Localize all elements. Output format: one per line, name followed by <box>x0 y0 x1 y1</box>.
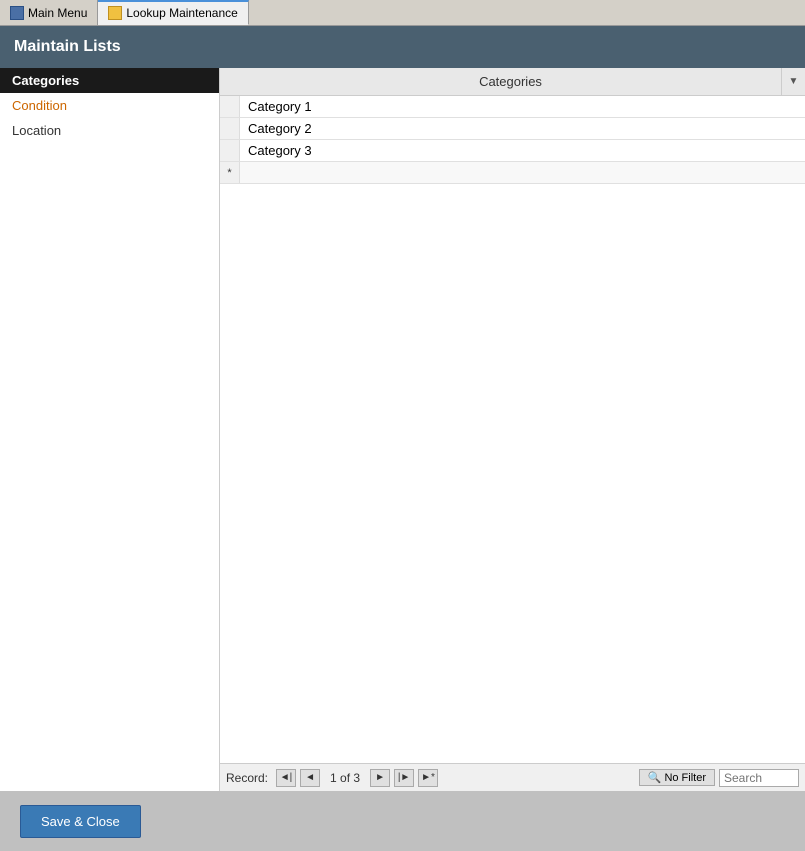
grid-header: Categories ▼ <box>220 68 805 96</box>
main-content: Categories Condition Location Categories… <box>0 68 805 791</box>
main-menu-icon <box>10 6 24 20</box>
sidebar: Categories Condition Location <box>0 68 220 791</box>
table-row[interactable]: Category 2 <box>220 118 805 140</box>
footer-bar: Record: ◄| ◄ 1 of 3 ► |► ►* 🔍 No Filter <box>220 763 805 791</box>
no-filter-button[interactable]: 🔍 No Filter <box>639 769 715 786</box>
page-title: Maintain Lists <box>14 38 121 56</box>
cell-category-3[interactable]: Category 3 <box>240 140 805 161</box>
right-panel: Categories ▼ Category 1 Category 2 Cat <box>220 68 805 791</box>
cell-category-2[interactable]: Category 2 <box>240 118 805 139</box>
table-row[interactable]: Category 3 <box>220 140 805 162</box>
row-marker-2 <box>220 118 240 139</box>
search-input[interactable] <box>719 769 799 787</box>
sidebar-item-location[interactable]: Location <box>0 118 219 143</box>
tab-lookup-maintenance[interactable]: Lookup Maintenance <box>98 0 248 25</box>
column-dropdown-button[interactable]: ▼ <box>781 68 805 95</box>
cell-category-1[interactable]: Category 1 <box>240 96 805 117</box>
sidebar-item-categories[interactable]: Categories <box>0 68 219 93</box>
tab-main-menu[interactable]: Main Menu <box>0 0 98 25</box>
nav-prev-button[interactable]: ◄ <box>300 769 320 787</box>
new-row-marker: * <box>220 162 240 183</box>
new-record-cell[interactable] <box>240 162 805 183</box>
bottom-area: Save & Close <box>0 791 805 851</box>
lookup-maintenance-icon <box>108 6 122 20</box>
save-close-button[interactable]: Save & Close <box>20 805 141 838</box>
tab-main-menu-label: Main Menu <box>28 6 87 20</box>
tab-lookup-maintenance-label: Lookup Maintenance <box>126 6 237 20</box>
nav-last-button[interactable]: |► <box>394 769 414 787</box>
funnel-icon: 🔍 <box>648 771 662 784</box>
tab-bar: Main Menu Lookup Maintenance <box>0 0 805 26</box>
new-record-row[interactable]: * <box>220 162 805 184</box>
nav-new-button[interactable]: ►* <box>418 769 438 787</box>
grid-body: Category 1 Category 2 Category 3 * <box>220 96 805 763</box>
nav-next-button[interactable]: ► <box>370 769 390 787</box>
grid-column-header: Categories <box>240 70 781 93</box>
record-label: Record: <box>226 771 268 785</box>
row-marker-1 <box>220 96 240 117</box>
table-row[interactable]: Category 1 <box>220 96 805 118</box>
title-bar: Maintain Lists <box>0 26 805 68</box>
row-marker-3 <box>220 140 240 161</box>
sidebar-item-condition[interactable]: Condition <box>0 93 219 118</box>
nav-first-button[interactable]: ◄| <box>276 769 296 787</box>
record-info: 1 of 3 <box>324 771 366 785</box>
